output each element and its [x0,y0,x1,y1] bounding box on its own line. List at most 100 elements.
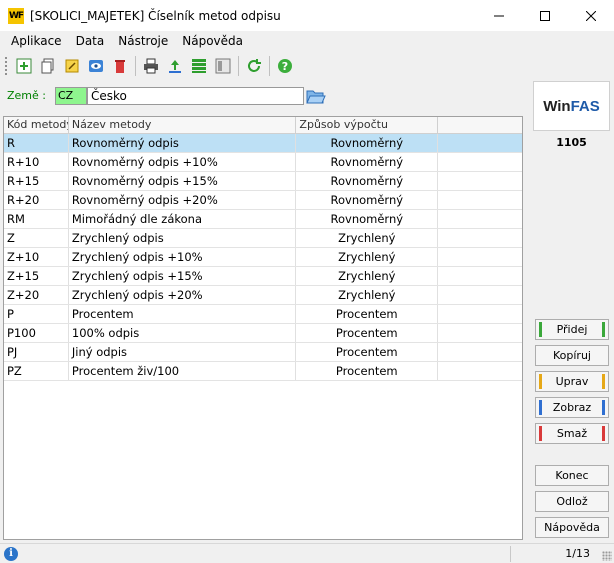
cell-method: Rovnoměrný [296,153,439,171]
table-row[interactable]: R+20 Rovnoměrný odpis +20% Rovnoměrný [4,191,522,210]
refresh-button[interactable] [243,55,265,77]
delete-color-bar [602,426,605,441]
help-button[interactable]: ? [274,55,296,77]
folder-open-icon [306,90,326,104]
cell-code: PJ [4,343,69,361]
cell-code: Z [4,229,69,247]
cell-method: Procentem [296,362,439,380]
column-header-method[interactable]: Způsob výpočtu [296,117,439,134]
delete-record-button[interactable]: Smaž [535,423,609,444]
toolbar-grip [4,55,8,76]
delete-color-bar [539,426,542,441]
table-row[interactable]: Z+15 Zrychlený odpis +15% Zrychlený [4,267,522,286]
table-row[interactable]: Z Zrychlený odpis Zrychlený [4,229,522,248]
cell-method: Rovnoměrný [296,191,439,209]
cell-extra [438,191,522,209]
minimize-icon [494,15,504,16]
grid-button[interactable] [188,55,210,77]
cell-extra [438,210,522,228]
table-row[interactable]: Z+20 Zrychlený odpis +20% Zrychlený [4,286,522,305]
cell-extra [438,153,522,171]
table-header: Kód metody Název metody Způsob výpočtu [4,117,522,134]
view-button[interactable] [85,55,107,77]
cell-name: Rovnoměrný odpis [69,134,297,152]
edit-record-button[interactable]: Uprav [535,371,609,392]
app-logo: WF [8,7,24,24]
table-row[interactable]: PJ Jiný odpis Procentem [4,343,522,362]
table-row[interactable]: RM Mimořádný dle zákona Rovnoměrný [4,210,522,229]
cell-name: Rovnoměrný odpis +20% [69,191,297,209]
copy-icon [41,58,54,73]
country-code-field[interactable]: CZ [55,87,87,105]
cell-code: Z+15 [4,267,69,285]
cell-code: P100 [4,324,69,342]
country-label: Země : [7,89,46,102]
menu-nastroje[interactable]: Nástroje [111,34,175,48]
table-row[interactable]: R+15 Rovnoměrný odpis +15% Rovnoměrný [4,172,522,191]
filter-row: Země : CZ Česko [0,84,525,110]
browse-button[interactable] [306,87,326,105]
close-icon [586,10,596,21]
cell-code: R+20 [4,191,69,209]
cell-code: Z+20 [4,286,69,304]
table-row[interactable]: Z+10 Zrychlený odpis +10% Zrychlený [4,248,522,267]
methods-table: Kód metody Název metody Způsob výpočtu R… [3,116,523,540]
maximize-button[interactable] [522,0,568,31]
cell-method: Zrychlený [296,286,439,304]
delete-button[interactable] [109,55,131,77]
column-header-extra[interactable] [438,117,522,134]
column-header-name[interactable]: Název metody [69,117,297,134]
menu-aplikace[interactable]: Aplikace [4,34,69,48]
cell-name: Procentem živ/100 [69,362,297,380]
winfas-logo: Win FAS [533,81,610,131]
end-button[interactable]: Konec [535,465,609,486]
delete-icon [115,59,125,73]
add-color-bar [602,322,605,337]
postpone-button[interactable]: Odlož [535,491,609,512]
table-row[interactable]: R Rovnoměrný odpis Rovnoměrný [4,134,522,153]
maximize-icon [540,10,550,21]
toolbar: ? [0,52,614,79]
info-icon[interactable]: i [4,547,18,561]
cell-code: RM [4,210,69,228]
cell-extra [438,343,522,361]
view-record-button[interactable]: Zobraz [535,397,609,418]
table-row[interactable]: R+10 Rovnoměrný odpis +10% Rovnoměrný [4,153,522,172]
close-button[interactable] [568,0,614,31]
cell-method: Rovnoměrný [296,134,439,152]
resize-grip[interactable] [602,551,612,561]
edit-button[interactable] [61,55,83,77]
cell-extra [438,134,522,152]
copy-button[interactable] [37,55,59,77]
minimize-button[interactable] [476,0,522,31]
cell-name: 100% odpis [69,324,297,342]
window-controls [476,0,614,31]
menu-data[interactable]: Data [69,34,112,48]
cell-code: PZ [4,362,69,380]
status-bar: i 1/13 [0,543,614,563]
cell-extra [438,362,522,380]
country-name-field[interactable]: Česko [87,87,304,105]
table-row[interactable]: PZ Procentem živ/100 Procentem [4,362,522,381]
print-button[interactable] [140,55,162,77]
columns-button[interactable] [212,55,234,77]
column-header-code[interactable]: Kód metody [4,117,69,134]
svg-text:?: ? [282,60,288,73]
help-record-button[interactable]: Nápověda [535,517,609,538]
table-row[interactable]: P Procentem Procentem [4,305,522,324]
table-row[interactable]: P100 100% odpis Procentem [4,324,522,343]
export-button[interactable] [164,55,186,77]
copy-record-button[interactable]: Kopíruj [535,345,609,366]
cell-name: Procentem [69,305,297,323]
menu-napoveda[interactable]: Nápověda [175,34,250,48]
help-icon: ? [278,58,292,73]
cell-name: Zrychlený odpis +20% [69,286,297,304]
view-color-bar [602,400,605,415]
cell-name: Zrychlený odpis +15% [69,267,297,285]
add-button[interactable] [13,55,35,77]
refresh-icon [248,58,261,72]
cell-name: Mimořádný dle zákona [69,210,297,228]
cell-name: Rovnoměrný odpis +10% [69,153,297,171]
add-record-button[interactable]: Přidej [535,319,609,340]
cell-method: Rovnoměrný [296,210,439,228]
